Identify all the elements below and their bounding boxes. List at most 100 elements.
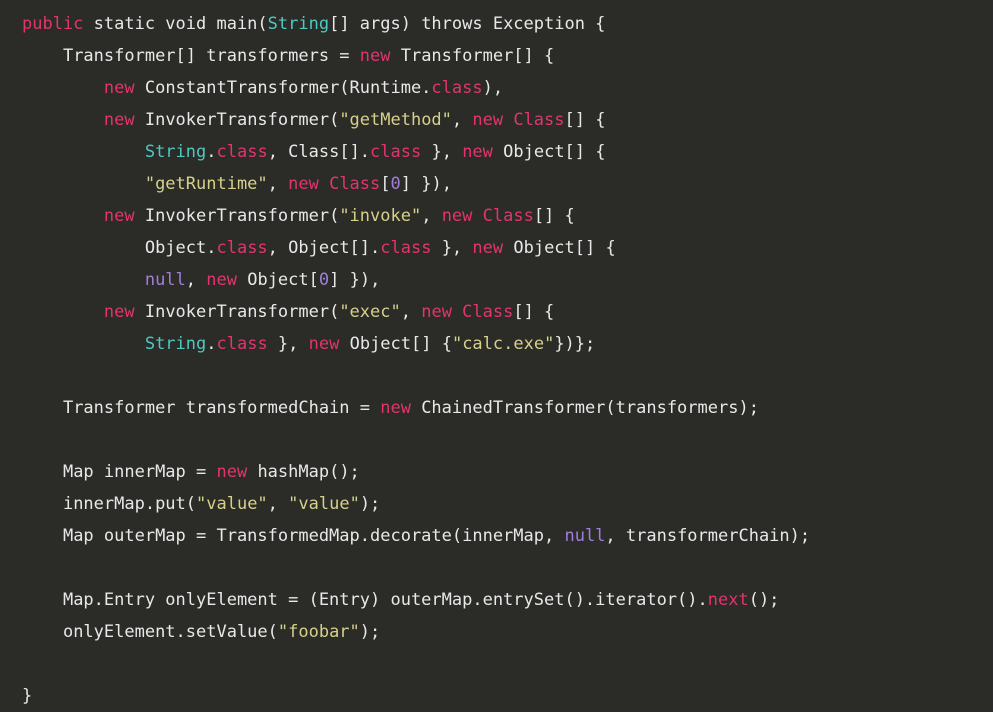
code-token-plain: [] { — [513, 302, 555, 322]
code-token-plain: Object[] { — [339, 334, 452, 354]
code-token-keyword: new — [216, 462, 248, 482]
code-token-plain: , transformerChain); — [605, 526, 811, 546]
code-token-keyword: next — [707, 590, 749, 610]
code-token-plain: Object[] { — [503, 238, 616, 258]
code-token-plain: . — [206, 142, 217, 162]
code-token-keyword: class — [370, 142, 422, 162]
code-token-plain: })}; — [554, 334, 596, 354]
code-token-plain: innerMap.put( — [62, 494, 197, 514]
code-token-string: "value" — [288, 494, 360, 514]
code-token-plain: ] }), — [329, 270, 381, 290]
code-token-plain: Map.Entry onlyElement = (Entry) outerMap… — [62, 590, 708, 610]
code-token-string: "calc.exe" — [451, 334, 555, 354]
code-token-plain: ] }), — [400, 174, 452, 194]
code-line: new InvokerTransformer("getMethod", new … — [0, 104, 993, 136]
code-block[interactable]: public static void main(String[] args) t… — [0, 0, 993, 711]
code-token-string: "foobar" — [277, 622, 360, 642]
code-token-plain: ConstantTransformer(Runtime. — [134, 78, 432, 98]
code-token-plain: , — [267, 494, 289, 514]
code-token-plain: . — [206, 334, 217, 354]
code-token-type: String — [267, 14, 330, 34]
code-token-plain: static void main( — [83, 14, 268, 34]
code-token-plain: , — [421, 206, 442, 226]
code-token-keyword: new Class — [421, 302, 514, 322]
code-token-keyword: new — [103, 110, 135, 130]
code-token-plain: [] { — [533, 206, 575, 226]
code-token-plain: onlyElement.setValue( — [62, 622, 278, 642]
code-line: Transformer transformedChain = new Chain… — [0, 392, 993, 424]
code-token-string: "getRuntime" — [144, 174, 268, 194]
code-token-plain: } — [22, 686, 33, 706]
code-token-plain: , — [451, 110, 473, 130]
code-token-plain: InvokerTransformer( — [134, 206, 340, 226]
code-token-string: "getMethod" — [339, 110, 452, 130]
code-token-plain: Transformer transformedChain = — [62, 398, 381, 418]
code-line: String.class, Class[].class }, new Objec… — [0, 136, 993, 168]
code-line: new InvokerTransformer("exec", new Class… — [0, 296, 993, 328]
code-token-keyword: new Class — [472, 110, 565, 130]
code-token-keyword: class — [216, 238, 268, 258]
code-token-plain: Object[ — [236, 270, 319, 290]
code-token-plain: Transformer[] { — [390, 46, 555, 66]
code-token-plain: Object. — [144, 238, 217, 258]
code-token-plain: Map outerMap = TransformedMap.decorate(i… — [62, 526, 565, 546]
code-token-plain: (); — [748, 590, 780, 610]
code-token-plain: ); — [359, 622, 381, 642]
code-line: onlyElement.setValue("foobar"); — [0, 616, 993, 648]
code-token-literal: null — [564, 526, 606, 546]
code-token-type: String — [144, 142, 207, 162]
code-token-plain: Map innerMap = — [62, 462, 217, 482]
code-token-plain: }, — [267, 334, 309, 354]
code-token-literal: null — [144, 270, 186, 290]
code-token-string: "exec" — [339, 302, 401, 322]
code-token-plain: , — [267, 174, 289, 194]
code-line: Map innerMap = new hashMap(); — [0, 456, 993, 488]
code-token-plain: Transformer[] transformers = — [62, 46, 360, 66]
code-token-plain: , — [400, 302, 422, 322]
code-token-plain: , Class[]. — [267, 142, 371, 162]
code-token-plain: ), — [482, 78, 504, 98]
code-line: public static void main(String[] args) t… — [0, 8, 993, 40]
code-token-plain: [ — [380, 174, 391, 194]
code-token-plain: }, — [421, 142, 463, 162]
code-token-keyword: class — [431, 78, 483, 98]
code-token-keyword: new — [103, 78, 135, 98]
code-token-keyword: new — [308, 334, 340, 354]
code-token-type: String — [144, 334, 207, 354]
code-token-literal: 0 — [318, 270, 330, 290]
code-token-keyword: new Class — [288, 174, 381, 194]
code-line: new InvokerTransformer("invoke", new Cla… — [0, 200, 993, 232]
code-token-plain: [] { — [564, 110, 606, 130]
code-token-keyword: new Class — [441, 206, 534, 226]
code-token-plain: , — [185, 270, 207, 290]
code-line: } — [0, 680, 993, 712]
code-token-keyword: new — [206, 270, 237, 290]
code-token-string: "value" — [196, 494, 268, 514]
code-token-plain: ChainedTransformer(transformers); — [410, 398, 759, 418]
code-token-plain: Object[] { — [492, 142, 606, 162]
code-token-keyword: new — [103, 206, 135, 226]
code-line: Object.class, Object[].class }, new Obje… — [0, 232, 993, 264]
code-line: innerMap.put("value", "value"); — [0, 488, 993, 520]
code-token-plain: InvokerTransformer( — [134, 110, 340, 130]
code-token-keyword: new — [462, 142, 493, 162]
code-line: "getRuntime", new Class[0] }), — [0, 168, 993, 200]
code-token-literal: 0 — [390, 174, 401, 194]
